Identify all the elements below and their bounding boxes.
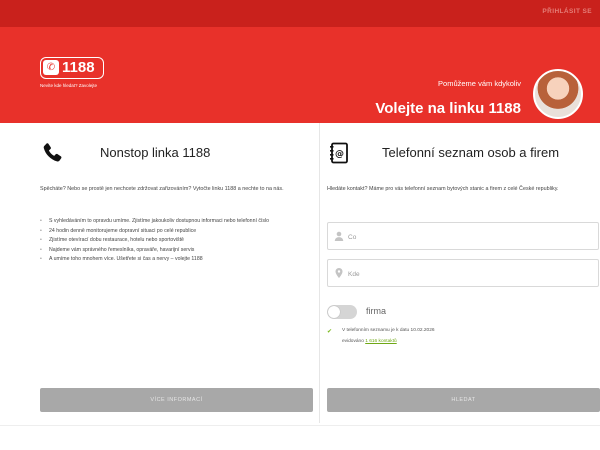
what-field[interactable] (327, 222, 599, 250)
search-button[interactable]: HLEDAT (327, 388, 600, 412)
svg-text:@: @ (335, 150, 344, 160)
logo-phone-icon: ✆ (43, 60, 59, 75)
logo-frame: ✆ 1188 (40, 57, 104, 79)
logo-number: 1188 (62, 59, 95, 76)
where-field[interactable] (327, 259, 599, 287)
company-toggle[interactable] (327, 305, 357, 319)
login-link[interactable]: PŘIHLÁSIT SE (542, 8, 592, 15)
contacts-note-prefix: evidováno (342, 339, 364, 344)
logo-tagline: Nevíte kde hledat? Zavolejte (40, 83, 98, 88)
toggle-knob (328, 306, 340, 318)
hero-title: Volejte na linku 1188 (375, 100, 521, 117)
list-item: A umíme toho mnohem více. Ušetřete si ča… (40, 255, 308, 265)
what-input[interactable] (348, 229, 588, 245)
address-book-icon: @ (327, 141, 351, 165)
hotline-title: Nonstop linka 1188 (100, 145, 211, 160)
phone-icon (40, 141, 64, 165)
check-icon: ✔ (327, 329, 333, 335)
more-info-button[interactable]: VÍCE INFORMACÍ (40, 388, 313, 412)
contacts-note-count: evidováno 1 616 kontaktů (342, 339, 397, 344)
top-bar: PŘIHLÁSIT SE (0, 0, 600, 27)
hotline-panel: Nonstop linka 1188 Spěcháte? Nebo se pro… (0, 123, 320, 423)
phonebook-intro: Hledáte kontakt? Máme pro vás telefonní … (327, 186, 559, 192)
list-item: 24 hodin denně monitorujeme dopravní sit… (40, 227, 308, 237)
hero-banner: ✆ 1188 Nevíte kde hledat? Zavolejte Pomů… (0, 27, 600, 123)
phonebook-panel: @ Telefonní seznam osob a firem Hledáte … (320, 123, 600, 423)
where-input[interactable] (348, 266, 588, 282)
operator-avatar (533, 69, 583, 119)
list-item: Najdeme vám správného řemeslníka, opravá… (40, 246, 308, 256)
user-icon (333, 230, 345, 242)
phonebook-title: Telefonní seznam osob a firem (382, 145, 560, 160)
page-divider (0, 425, 600, 426)
list-item: S vyhledáváním to opravdu umíme. Zjistím… (40, 217, 308, 227)
company-toggle-label: firma (366, 306, 386, 316)
hotline-intro: Spěcháte? Nebo se prostě jen nechcete zd… (40, 186, 284, 192)
hero-subtitle: Pomůžeme vám kdykoliv (438, 79, 521, 88)
contacts-note-line: V telefonním seznamu je k datu 10.02.202… (342, 328, 435, 333)
hotline-features: S vyhledáváním to opravdu umíme. Zjistím… (40, 217, 308, 265)
list-item: Zjistíme otevírací dobu restaurace, hote… (40, 236, 308, 246)
contacts-count-link[interactable]: 1 616 kontaktů (365, 339, 396, 344)
logo-1188[interactable]: ✆ 1188 Nevíte kde hledat? Zavolejte (40, 57, 106, 99)
location-pin-icon (333, 267, 345, 279)
